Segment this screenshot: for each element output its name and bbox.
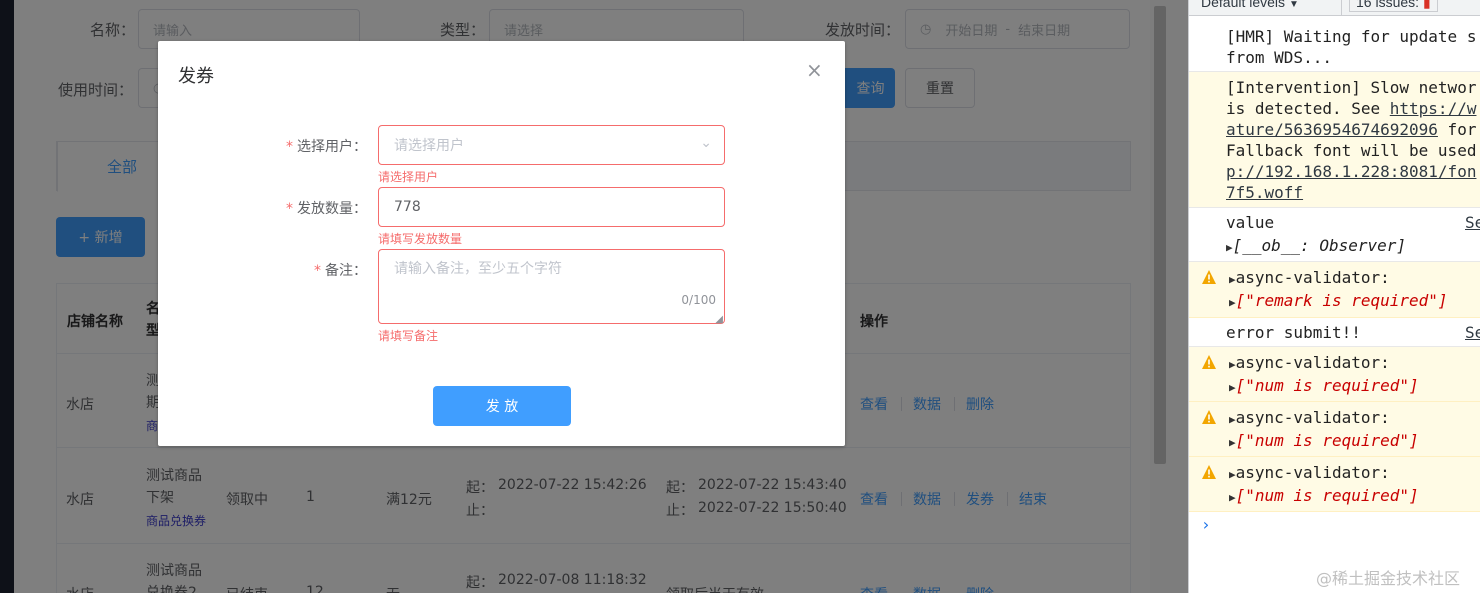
error-submit-text: error submit!!: [1226, 323, 1361, 342]
warn2-title[interactable]: ▶async-validator:: [1229, 353, 1390, 372]
issues-button[interactable]: 16 issues: ▮: [1349, 0, 1438, 12]
warn4-title-text: async-validator:: [1235, 463, 1390, 482]
warn2-value-text: ["num is required"]: [1235, 376, 1419, 395]
warn3-title[interactable]: ▶async-validator:: [1229, 408, 1390, 427]
issue-submit-button[interactable]: 发 放: [433, 386, 571, 426]
interv-link2[interactable]: ature/5636954674692096: [1226, 120, 1438, 139]
expand-triangle-icon: ▶: [1229, 358, 1236, 371]
interv-line3-text: for: [1437, 120, 1477, 139]
expand-triangle-icon: ▶: [1229, 413, 1236, 426]
qty-value: 778: [394, 199, 421, 215]
console-warning-2: ▶async-validator: ▶["num is required"]: [1189, 347, 1480, 402]
user-select[interactable]: 请选择用户 ⌄: [378, 125, 725, 165]
levels-dropdown[interactable]: Default levels ▼: [1201, 0, 1299, 10]
interv-line4: Fallback font will be used: [1226, 141, 1477, 160]
expand-triangle-icon: ▶: [1229, 381, 1236, 394]
expand-triangle-icon: ▶: [1229, 491, 1236, 504]
value-observer[interactable]: ▶[__ob__: Observer]: [1226, 236, 1406, 255]
interv-line2-text: is detected. See: [1226, 99, 1390, 118]
console-prompt-icon[interactable]: ›: [1201, 515, 1211, 534]
warn1-value-text: ["remark is required"]: [1235, 291, 1448, 310]
remark-textarea[interactable]: 请输入备注，至少五个字符 0/100 ◢: [378, 249, 725, 325]
chevron-down-icon: ⌄: [700, 135, 712, 151]
warn1-title-text: async-validator:: [1235, 268, 1390, 287]
console-warning-1: ▶async-validator: ▶["remark is required"…: [1189, 262, 1480, 318]
expand-triangle-icon: ▶: [1229, 296, 1236, 309]
remark-label: * 备注：: [314, 260, 367, 280]
interv-link4[interactable]: 7f5.woff: [1226, 183, 1303, 202]
user-label: * 选择用户：: [286, 136, 367, 156]
flag-icon: ▮: [1422, 0, 1431, 10]
observer-text: [__ob__: Observer]: [1232, 236, 1407, 255]
warning-icon: [1202, 410, 1216, 424]
source-link[interactable]: Se: [1465, 213, 1480, 232]
console-warning-3: ▶async-validator: ▶["num is required"]: [1189, 402, 1480, 457]
issues-label: 16 issues:: [1356, 0, 1420, 10]
remark-error: 请填写备注: [378, 329, 439, 343]
warn4-value[interactable]: ▶["num is required"]: [1229, 486, 1419, 505]
interv-line3: ature/5636954674692096 for: [1226, 120, 1476, 139]
admin-app: 名称： 请输入 类型： 请选择 发放时间： ◷ 开始日期 - 结束日期 使用时间…: [0, 0, 1188, 593]
warn2-title-text: async-validator:: [1235, 353, 1390, 372]
source-link[interactable]: Se: [1465, 323, 1480, 342]
interv-link3[interactable]: p://192.168.1.228:8081/fon: [1226, 162, 1476, 181]
dropdown-arrow-icon: ▼: [1288, 0, 1299, 10]
warning-icon: [1202, 355, 1216, 369]
devtools-console: Default levels ▼ 16 issues: ▮ [HMR] Wait…: [1188, 0, 1480, 593]
value-label: value: [1226, 213, 1275, 232]
warn3-value-text: ["num is required"]: [1235, 431, 1419, 450]
warning-icon: [1202, 465, 1216, 479]
console-warning-4: ▶async-validator: ▶["num is required"]: [1189, 457, 1480, 512]
hmr-line2: from WDS...: [1226, 48, 1332, 67]
console-message-intervention: [Intervention] Slow networ is detected. …: [1189, 72, 1480, 208]
remark-placeholder: 请输入备注，至少五个字符: [394, 261, 562, 277]
warn4-value-text: ["num is required"]: [1235, 486, 1419, 505]
qty-error: 请填写发放数量: [378, 232, 463, 246]
warning-icon: [1202, 270, 1216, 284]
console-message-value: value Se ▶[__ob__: Observer]: [1189, 208, 1480, 262]
remark-label-text: 备注：: [325, 263, 367, 279]
interv-link[interactable]: https://w: [1390, 99, 1477, 118]
console-toolbar: Default levels ▼ 16 issues: ▮: [1189, 0, 1480, 16]
interv-line1: [Intervention] Slow networ: [1226, 78, 1477, 97]
user-placeholder: 请选择用户: [394, 138, 464, 154]
required-star: *: [314, 263, 321, 279]
warn4-title[interactable]: ▶async-validator:: [1229, 463, 1390, 482]
expand-triangle-icon: ▶: [1229, 273, 1236, 286]
warn2-value[interactable]: ▶["num is required"]: [1229, 376, 1419, 395]
close-icon[interactable]: ×: [806, 58, 823, 82]
user-error: 请选择用户: [378, 170, 439, 184]
qty-input[interactable]: 778: [378, 187, 725, 227]
issue-coupon-dialog: 发券 × * 选择用户： 请选择用户 ⌄ 请选择用户 * 发放数量： 778 请填写…: [158, 41, 845, 446]
console-message-error-submit: error submit!! Se: [1189, 318, 1480, 347]
levels-label: Default levels: [1201, 0, 1286, 10]
warn1-title[interactable]: ▶async-validator:: [1229, 268, 1390, 287]
expand-triangle-icon: ▶: [1229, 468, 1236, 481]
hmr-line1: [HMR] Waiting for update s: [1226, 27, 1477, 46]
watermark: @稀土掘金技术社区: [1316, 569, 1461, 588]
expand-triangle-icon: ▶: [1229, 436, 1236, 449]
resize-handle-icon[interactable]: ◢: [715, 314, 723, 325]
warn3-value[interactable]: ▶["num is required"]: [1229, 431, 1419, 450]
toolbar-divider: [1341, 0, 1342, 15]
console-message-hmr: [HMR] Waiting for update s from WDS...: [1189, 16, 1480, 72]
remark-counter: 0/100: [681, 293, 716, 307]
required-star: *: [286, 139, 293, 155]
dialog-title: 发券: [178, 66, 214, 87]
expand-triangle-icon: ▶: [1226, 241, 1233, 254]
required-star: *: [286, 201, 293, 217]
interv-line2: is detected. See https://w: [1226, 99, 1476, 118]
warn1-value[interactable]: ▶["remark is required"]: [1229, 291, 1448, 310]
qty-label-text: 发放数量：: [297, 201, 367, 217]
user-label-text: 选择用户：: [297, 139, 367, 155]
qty-label: * 发放数量：: [286, 198, 367, 218]
warn3-title-text: async-validator:: [1235, 408, 1390, 427]
